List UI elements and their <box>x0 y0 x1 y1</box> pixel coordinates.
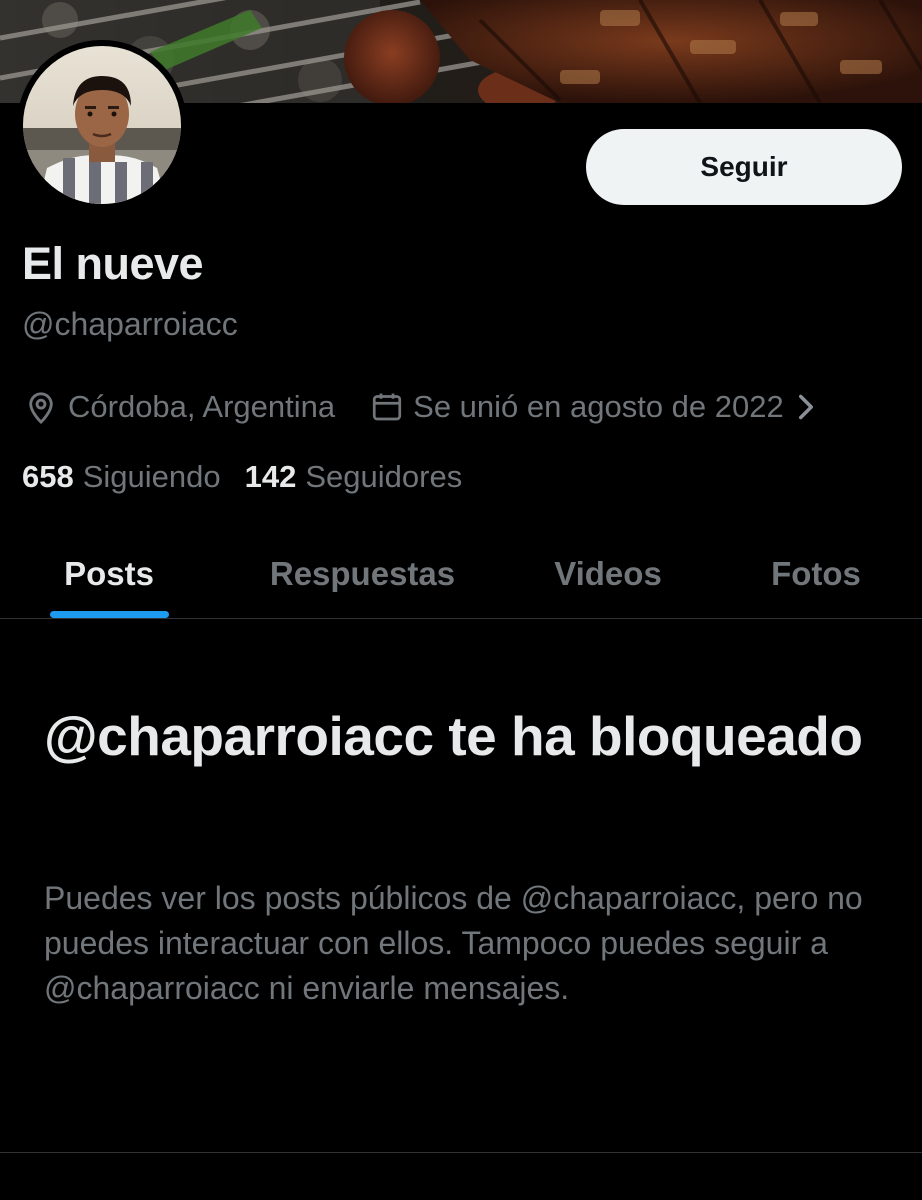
follow-counts: 658 Siguiendo 142 Seguidores <box>22 455 462 499</box>
location-text: Córdoba, Argentina <box>68 389 336 424</box>
tab-respuestas[interactable]: Respuestas <box>250 530 475 618</box>
profile-meta: Córdoba, Argentina Se unió en agosto de … <box>22 385 824 429</box>
avatar[interactable] <box>17 40 187 210</box>
follow-button[interactable]: Seguir <box>586 129 902 205</box>
profile-photo-avatar <box>17 40 187 210</box>
display-name: El nueve <box>22 238 204 289</box>
divider <box>0 1152 922 1153</box>
following-count: 658 <box>22 459 74 494</box>
location: Córdoba, Argentina <box>22 388 335 426</box>
tab-videos[interactable]: Videos <box>538 530 678 618</box>
followers-label: Seguidores <box>305 459 463 494</box>
chevron-right-icon[interactable] <box>796 393 824 421</box>
following-label: Siguiendo <box>82 459 221 494</box>
location-pin-icon <box>29 392 53 425</box>
profile-tabs: Posts Respuestas Videos Fotos <box>0 530 922 619</box>
tab-posts[interactable]: Posts <box>48 530 170 618</box>
tab-fotos[interactable]: Fotos <box>756 530 876 618</box>
calendar-icon <box>373 393 402 421</box>
followers-link[interactable]: 142 Seguidores <box>245 459 463 495</box>
blocked-title: @chaparroiacc te ha bloqueado <box>44 705 863 767</box>
join-date-text: Se unió en agosto de 2022 <box>413 389 784 424</box>
following-link[interactable]: 658 Siguiendo <box>22 459 221 495</box>
active-tab-indicator <box>50 611 169 618</box>
user-handle: @chaparroiacc <box>22 306 238 342</box>
blocked-message: Puedes ver los posts públicos de @chapar… <box>44 880 863 1006</box>
join-date[interactable]: Se unió en agosto de 2022 <box>369 389 824 425</box>
followers-count: 142 <box>244 459 297 494</box>
